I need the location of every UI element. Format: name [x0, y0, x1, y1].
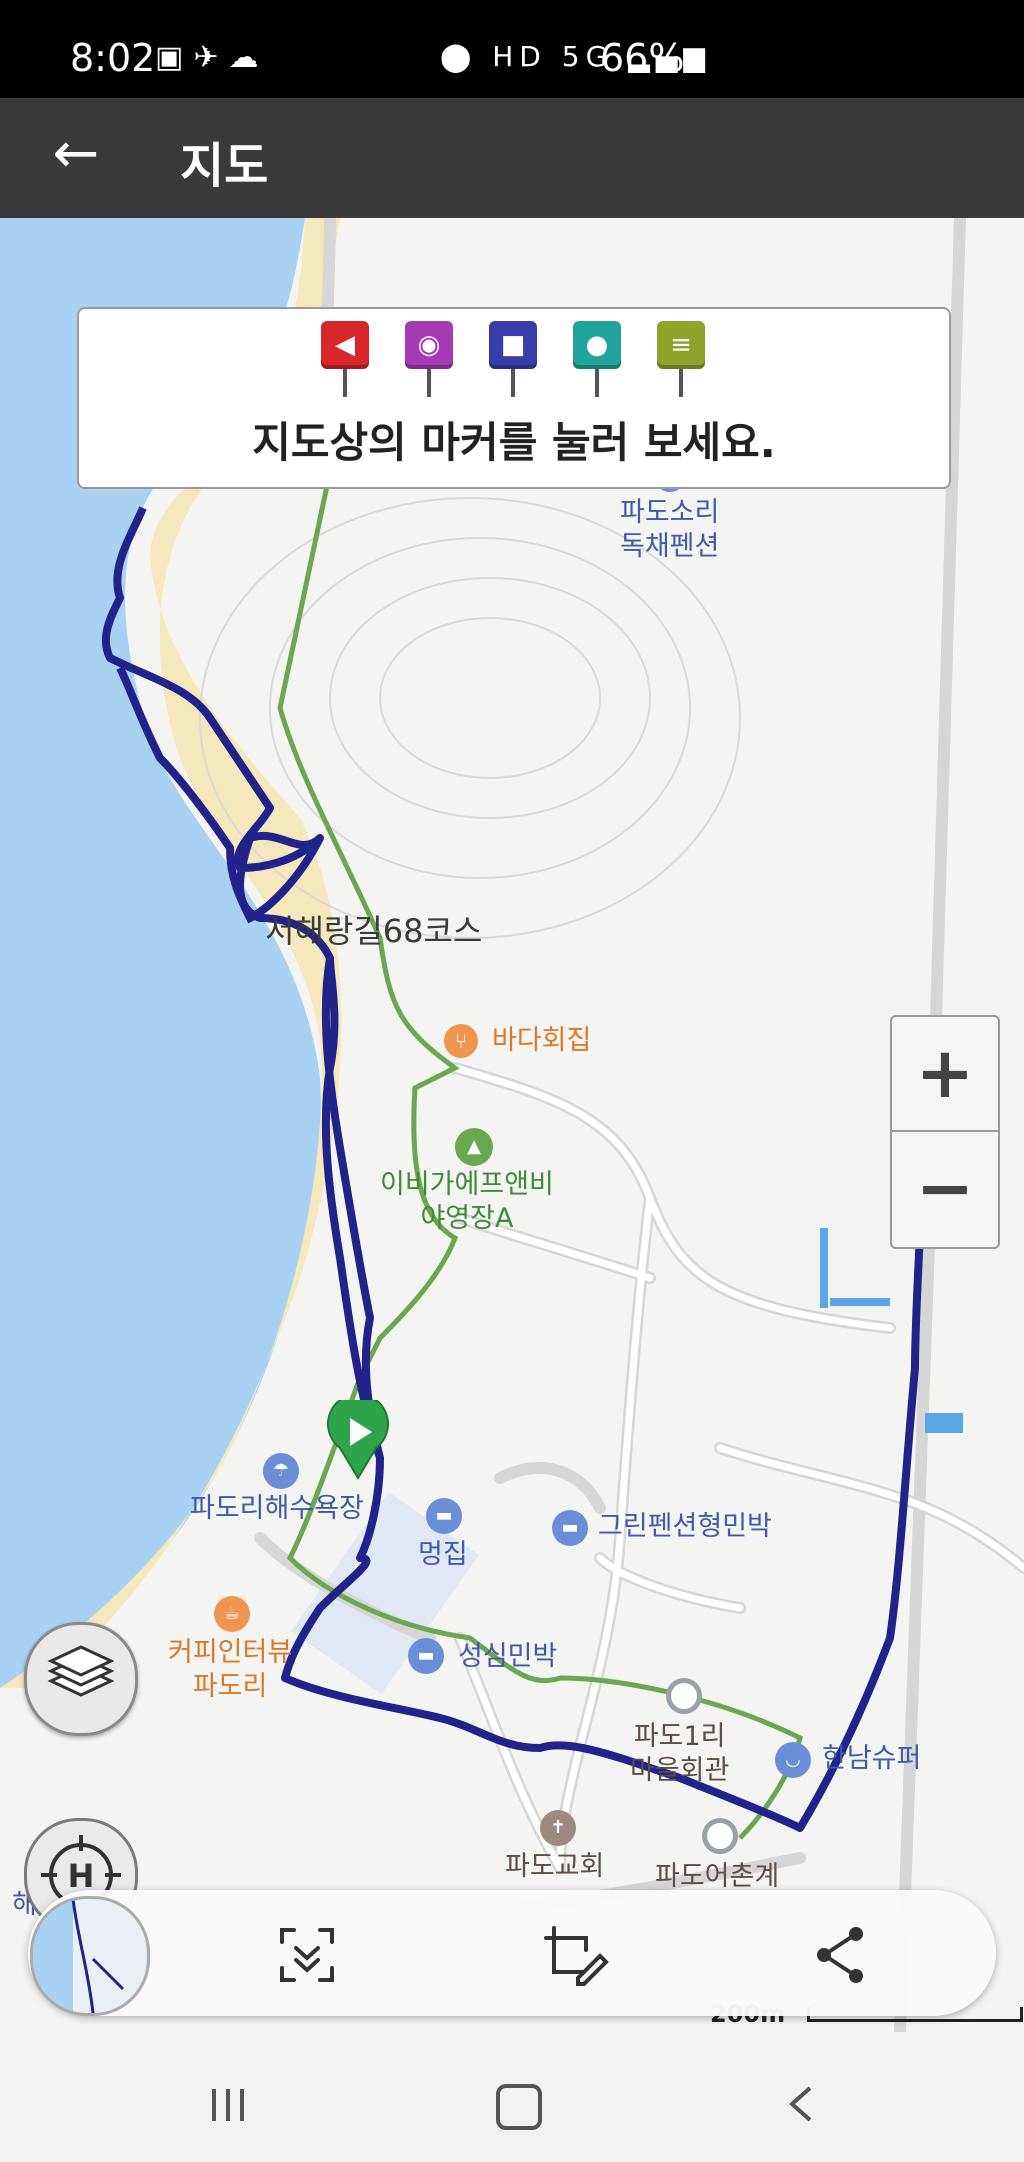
route-label: 서해랑길68코스: [265, 912, 483, 950]
page-title: 지도: [180, 138, 269, 194]
place-padosori-pension[interactable]: ▬ 파도소리 독채펜션: [620, 458, 719, 564]
place-seongsim-minbak[interactable]: 성심민박: [458, 1640, 557, 1674]
restaurant-icon[interactable]: ⑂: [444, 1024, 478, 1058]
arrow-left-icon[interactable]: ←: [40, 118, 112, 190]
bed-icon[interactable]: ▬: [552, 1510, 588, 1546]
place-padori-beach[interactable]: 파도리해수욕장: [190, 1492, 364, 1526]
start-play-marker-icon[interactable]: [326, 1400, 390, 1480]
layers-icon: [47, 1645, 115, 1697]
place-bada-hoejip[interactable]: 바다회집: [492, 1024, 591, 1058]
marker-type-row: ◀ ◉ ■ ● ≡: [79, 321, 949, 399]
microphone-marker-icon: ●: [573, 321, 623, 399]
landmark-icon[interactable]: [702, 1818, 738, 1854]
video-marker-icon: ■: [489, 321, 539, 399]
marker-legend-card: ◀ ◉ ■ ● ≡ 지도상의 마커를 눌러 보세요.: [77, 307, 951, 489]
bed-icon[interactable]: ▬: [408, 1638, 444, 1674]
status-time: 8:02: [70, 36, 156, 80]
flag-marker-icon: ◀: [321, 321, 371, 399]
battery-percent: 66%: [600, 36, 685, 80]
place-village-hall[interactable]: 파도1리 마을회관: [630, 1720, 729, 1788]
church-icon[interactable]: ✝: [540, 1810, 576, 1846]
cafe-icon[interactable]: ☕: [214, 1596, 250, 1632]
notification-icons: ▣✈☁: [155, 40, 269, 75]
place-meongjip[interactable]: 멍집: [418, 1538, 468, 1572]
layers-button[interactable]: [24, 1622, 138, 1736]
place-green-pension[interactable]: 그린펜션형민박: [598, 1510, 772, 1544]
bed-icon[interactable]: ▬: [426, 1498, 462, 1534]
place-fishery[interactable]: 파도어촌계: [655, 1860, 779, 1894]
recent-apps-icon[interactable]: [208, 2087, 248, 2123]
landmark-icon[interactable]: [666, 1678, 702, 1714]
status-bar: 8:02 ▣✈☁ ⬤ HD 5G ▂▄▆ 66%: [0, 0, 1024, 98]
place-pado-church[interactable]: 파도교회: [505, 1850, 604, 1884]
zoom-in-button[interactable]: +: [892, 1017, 998, 1130]
place-ibiga-campsite[interactable]: 이비가에프앤비 야영장A: [380, 1168, 554, 1236]
scan-download-icon[interactable]: [272, 1920, 342, 1990]
zoom-out-button[interactable]: −: [892, 1132, 998, 1245]
camping-icon[interactable]: ▲: [455, 1128, 493, 1166]
zoom-control: + −: [890, 1015, 1000, 1249]
beach-icon[interactable]: ☂: [263, 1453, 299, 1489]
place-hannam-super[interactable]: 한남슈퍼: [822, 1742, 921, 1776]
share-icon[interactable]: [806, 1920, 876, 1990]
marker-hint-text: 지도상의 마커를 눌러 보세요.: [252, 418, 776, 467]
minimap-thumbnail[interactable]: [30, 1896, 150, 2016]
shop-icon[interactable]: ◡: [775, 1742, 811, 1778]
edit-crop-icon[interactable]: [540, 1920, 610, 1990]
camera-marker-icon: ◉: [405, 321, 455, 399]
home-icon[interactable]: [496, 2084, 542, 2130]
note-marker-icon: ≡: [657, 321, 707, 399]
app-bar: ← 지도: [0, 98, 1024, 218]
place-coffee-interview[interactable]: 커피인터뷰 파도리: [168, 1636, 292, 1704]
map-view[interactable]: ▬ 파도소리 독채펜션 서해랑길68코스 ⑂ 바다회집 ▲ 이비가에프앤비 야영…: [0, 218, 1024, 2032]
back-icon[interactable]: [782, 2084, 822, 2124]
